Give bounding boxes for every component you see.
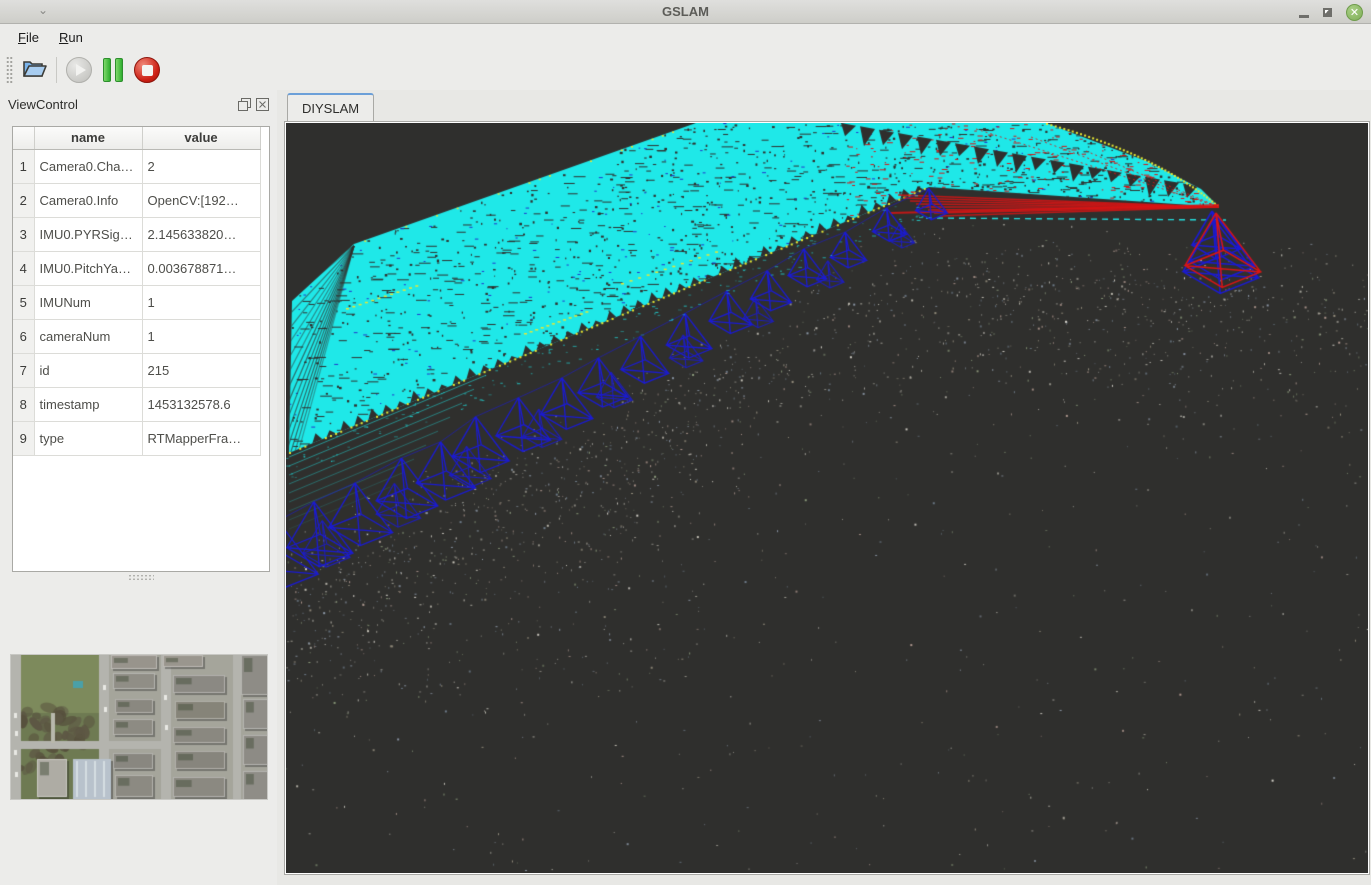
param-name-cell[interactable]: timestamp bbox=[34, 387, 142, 421]
menu-bar: File Run bbox=[0, 24, 1371, 50]
param-value-cell[interactable]: 0.003678871… bbox=[142, 251, 260, 285]
menu-file[interactable]: File bbox=[8, 27, 49, 48]
param-value-cell[interactable]: 2.145633820… bbox=[142, 217, 260, 251]
param-value-cell[interactable]: RTMapperFra… bbox=[142, 421, 260, 455]
slam-3d-viewport[interactable] bbox=[286, 123, 1368, 873]
dock-title: ViewControl bbox=[8, 97, 233, 112]
row-number: 3 bbox=[13, 217, 34, 251]
param-value-cell[interactable]: 1 bbox=[142, 319, 260, 353]
aerial-map-thumbnail[interactable] bbox=[10, 654, 268, 800]
viewcontrol-dock: ViewControl name val bbox=[0, 90, 277, 885]
table-row[interactable]: 1Camera0.Cha…2 bbox=[13, 149, 260, 183]
row-number: 5 bbox=[13, 285, 34, 319]
column-header-name[interactable]: name bbox=[34, 127, 142, 149]
column-header-value[interactable]: value bbox=[142, 127, 260, 149]
pause-button[interactable] bbox=[96, 53, 130, 87]
param-name-cell[interactable]: Camera0.Info bbox=[34, 183, 142, 217]
table-row[interactable]: 8timestamp1453132578.6 bbox=[13, 387, 260, 421]
param-name-cell[interactable]: Camera0.Cha… bbox=[34, 149, 142, 183]
row-number: 1 bbox=[13, 149, 34, 183]
param-value-cell[interactable]: 215 bbox=[142, 353, 260, 387]
dock-close-icon[interactable] bbox=[256, 98, 269, 111]
row-number: 2 bbox=[13, 183, 34, 217]
param-name-cell[interactable]: IMU0.PitchYa… bbox=[34, 251, 142, 285]
tab-diyslam[interactable]: DIYSLAM bbox=[287, 93, 374, 121]
param-name-cell[interactable]: type bbox=[34, 421, 142, 455]
stop-icon bbox=[134, 57, 160, 83]
tool-bar bbox=[0, 50, 1371, 90]
title-bar: ⌄ GSLAM ✕ bbox=[0, 0, 1371, 24]
toolbar-drag-handle[interactable] bbox=[6, 56, 13, 84]
table-corner bbox=[13, 127, 34, 149]
open-dataset-button[interactable] bbox=[17, 53, 51, 87]
maximize-button[interactable] bbox=[1323, 8, 1332, 17]
play-icon bbox=[66, 57, 92, 83]
table-row[interactable]: 2Camera0.InfoOpenCV:[192… bbox=[13, 183, 260, 217]
param-value-cell[interactable]: 1453132578.6 bbox=[142, 387, 260, 421]
pause-icon bbox=[103, 58, 123, 82]
row-number: 9 bbox=[13, 421, 34, 455]
table-row[interactable]: 4IMU0.PitchYa…0.003678871… bbox=[13, 251, 260, 285]
param-name-cell[interactable]: IMUNum bbox=[34, 285, 142, 319]
table-row[interactable]: 7id215 bbox=[13, 353, 260, 387]
param-name-cell[interactable]: id bbox=[34, 353, 142, 387]
toolbar-separator bbox=[56, 57, 57, 83]
viewport-frame bbox=[284, 121, 1370, 875]
row-number: 8 bbox=[13, 387, 34, 421]
tab-bar: DIYSLAM bbox=[277, 90, 1371, 121]
row-number: 4 bbox=[13, 251, 34, 285]
table-row[interactable]: 5IMUNum1 bbox=[13, 285, 260, 319]
table-row[interactable]: 3IMU0.PYRSig…2.145633820… bbox=[13, 217, 260, 251]
param-name-cell[interactable]: IMU0.PYRSig… bbox=[34, 217, 142, 251]
window-menu-chevron-icon[interactable]: ⌄ bbox=[38, 3, 48, 17]
splitter-handle[interactable] bbox=[128, 574, 154, 581]
param-value-cell[interactable]: 1 bbox=[142, 285, 260, 319]
window-title: GSLAM bbox=[0, 4, 1371, 19]
row-number: 7 bbox=[13, 353, 34, 387]
table-row[interactable]: 6cameraNum1 bbox=[13, 319, 260, 353]
menu-run[interactable]: Run bbox=[49, 27, 93, 48]
param-value-cell[interactable]: 2 bbox=[142, 149, 260, 183]
tab-area: DIYSLAM bbox=[277, 90, 1371, 885]
folder-icon bbox=[20, 55, 48, 86]
param-value-cell[interactable]: OpenCV:[192… bbox=[142, 183, 260, 217]
minimize-button[interactable] bbox=[1299, 15, 1309, 18]
param-name-cell[interactable]: cameraNum bbox=[34, 319, 142, 353]
parameter-table[interactable]: name value 1Camera0.Cha…22Camera0.InfoOp… bbox=[12, 126, 270, 572]
row-number: 6 bbox=[13, 319, 34, 353]
close-button[interactable]: ✕ bbox=[1346, 4, 1363, 21]
dock-float-icon[interactable] bbox=[238, 98, 251, 111]
play-button[interactable] bbox=[62, 53, 96, 87]
stop-button[interactable] bbox=[130, 53, 164, 87]
table-row[interactable]: 9typeRTMapperFra… bbox=[13, 421, 260, 455]
